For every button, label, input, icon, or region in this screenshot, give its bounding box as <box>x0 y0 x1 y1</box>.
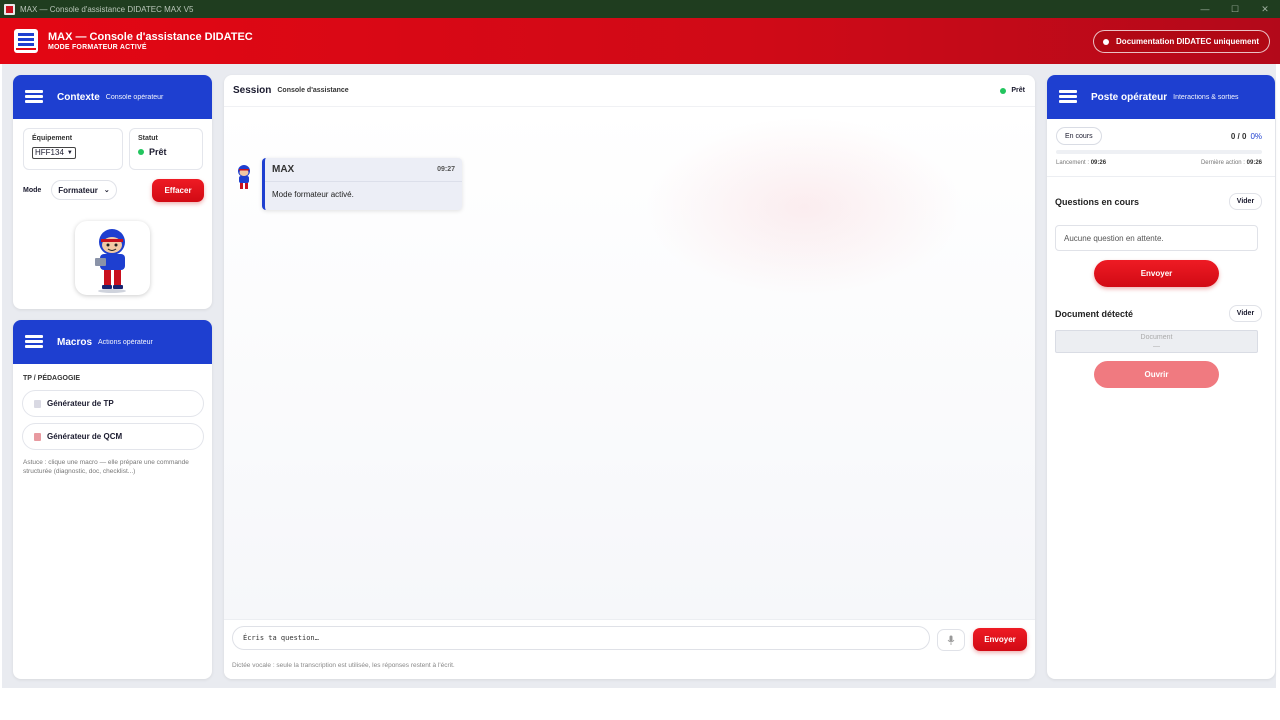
mode-select[interactable]: Formateur ⌄ <box>51 180 117 200</box>
open-document-button[interactable]: Ouvrir <box>1094 361 1219 388</box>
chat-message: MAX 09:27 Mode formateur activé. <box>262 158 462 210</box>
context-panel: Contexte Console opérateur Équipement HF… <box>13 75 212 309</box>
session-panel: Session Console d'assistance Prêt MAX 09… <box>224 75 1035 679</box>
document-title: Document détecté <box>1055 309 1134 319</box>
clear-button[interactable]: Effacer <box>152 179 204 202</box>
session-status-label: Prêt <box>1011 87 1025 94</box>
session-header: Session Console d'assistance <box>224 75 1035 107</box>
message-text: Mode formateur activé. <box>272 190 354 199</box>
macro-tp-generator-button[interactable]: Générateur de TP <box>22 390 204 417</box>
document-icon <box>34 399 41 408</box>
send-questions-button[interactable]: Envoyer <box>1094 260 1219 287</box>
questions-list: Aucune question en attente. <box>1055 225 1258 251</box>
chevron-down-icon: ▼ <box>66 149 73 156</box>
macros-section-label: TP / PÉDAGOGIE <box>23 375 81 382</box>
documentation-toggle[interactable]: Documentation DIDATEC uniquement <box>1093 30 1270 53</box>
macro-label: Générateur de QCM <box>47 432 123 441</box>
question-counter: 0 / 0 0% <box>1231 132 1262 141</box>
maximize-icon[interactable]: ☐ <box>1220 4 1250 15</box>
mode-value: Formateur <box>58 185 98 195</box>
documentation-toggle-label: Documentation DIDATEC uniquement <box>1116 37 1259 46</box>
counter-value: 0 / 0 <box>1230 132 1247 141</box>
window-titlebar: MAX — Console d'assistance DIDATEC MAX V… <box>0 0 1280 18</box>
equipment-value: HFF134 <box>35 148 64 157</box>
minimize-icon[interactable]: — <box>1190 4 1220 14</box>
macros-panel: Macros Actions opérateur TP / PÉDAGOGIE … <box>13 320 212 679</box>
didatec-logo-icon <box>23 331 47 353</box>
status-value: Prêt <box>149 147 167 157</box>
macros-title: Macros <box>57 336 93 348</box>
questions-title: Questions en cours <box>1055 197 1140 207</box>
state-badge: En cours <box>1056 127 1102 145</box>
document-field: Document — <box>1055 330 1258 353</box>
didatec-logo <box>14 29 38 53</box>
send-button[interactable]: Envoyer <box>973 628 1027 651</box>
document-field-value: — <box>1153 343 1160 350</box>
quiz-icon <box>34 432 41 441</box>
app-mode-subtitle: MODE FORMATEUR ACTIVÉ <box>48 44 147 51</box>
question-input[interactable]: Écris ta question… <box>232 626 930 650</box>
operator-panel: Poste opérateur Interactions & sorties E… <box>1047 75 1275 679</box>
progress-bar <box>1056 150 1262 154</box>
close-icon[interactable]: ✕ <box>1250 4 1280 15</box>
status-label: Statut <box>138 135 158 142</box>
launch-time: Lancement : 09:26 <box>1056 160 1107 166</box>
macros-subtitle: Actions opérateur <box>98 338 153 346</box>
chat-area[interactable]: MAX 09:27 Mode formateur activé. <box>224 107 1035 619</box>
app-icon <box>4 3 15 15</box>
app-title: MAX — Console d'assistance DIDATEC <box>48 31 253 43</box>
context-subtitle: Console opérateur <box>105 93 164 101</box>
microphone-icon <box>947 635 955 645</box>
session-title: Session <box>233 85 272 96</box>
macro-label: Générateur de TP <box>47 399 114 408</box>
max-avatar-icon <box>234 164 254 190</box>
status-dot-icon <box>1000 87 1007 94</box>
microphone-button[interactable] <box>937 629 965 651</box>
context-header: Contexte Console opérateur <box>13 75 212 119</box>
message-author: MAX <box>272 164 295 175</box>
clear-document-button[interactable]: Vider <box>1229 305 1262 322</box>
radio-dot-icon <box>1103 39 1110 45</box>
didatec-logo-icon <box>1057 86 1081 108</box>
session-status: Prêt <box>1000 87 1025 94</box>
clear-questions-button[interactable]: Vider <box>1229 193 1262 210</box>
equipment-box: Équipement HFF134 ▼ <box>23 128 123 170</box>
status-dot-icon <box>138 149 144 155</box>
mode-label: Mode <box>23 187 42 194</box>
session-subtitle: Console d'assistance <box>277 87 349 94</box>
macro-qcm-generator-button[interactable]: Générateur de QCM <box>22 423 204 450</box>
chat-input-bar: Écris ta question… Envoyer Dictée vocale… <box>224 619 1035 679</box>
document-field-label: Document <box>1140 334 1173 341</box>
macros-tip: Astuce : clique une macro — elle prépare… <box>23 459 189 475</box>
context-title: Contexte <box>57 91 100 103</box>
app-header: MAX — Console d'assistance DIDATEC MODE … <box>0 18 1280 64</box>
operator-header: Poste opérateur Interactions & sorties <box>1047 75 1275 119</box>
message-time: 09:27 <box>437 166 455 173</box>
chevron-down-icon: ⌄ <box>103 187 110 194</box>
max-mascot-avatar <box>75 221 150 295</box>
macros-header: Macros Actions opérateur <box>13 320 212 364</box>
operator-title: Poste opérateur <box>1091 91 1168 103</box>
status-box: Statut Prêt <box>129 128 203 170</box>
window-title: MAX — Console d'assistance DIDATEC MAX V… <box>20 4 194 14</box>
didatec-logo-icon <box>23 86 47 108</box>
voice-dictation-hint: Dictée vocale : seule la transcription e… <box>232 662 455 669</box>
equipment-label: Équipement <box>32 135 73 142</box>
operator-progress-box: En cours 0 / 0 0% Lancement : 09:26 Derni… <box>1047 119 1275 177</box>
last-action-time: Dernière action : 09:26 <box>1200 160 1262 166</box>
counter-percent: 0% <box>1250 132 1262 141</box>
equipment-select[interactable]: HFF134 ▼ <box>32 146 76 159</box>
operator-subtitle: Interactions & sorties <box>1173 93 1239 101</box>
